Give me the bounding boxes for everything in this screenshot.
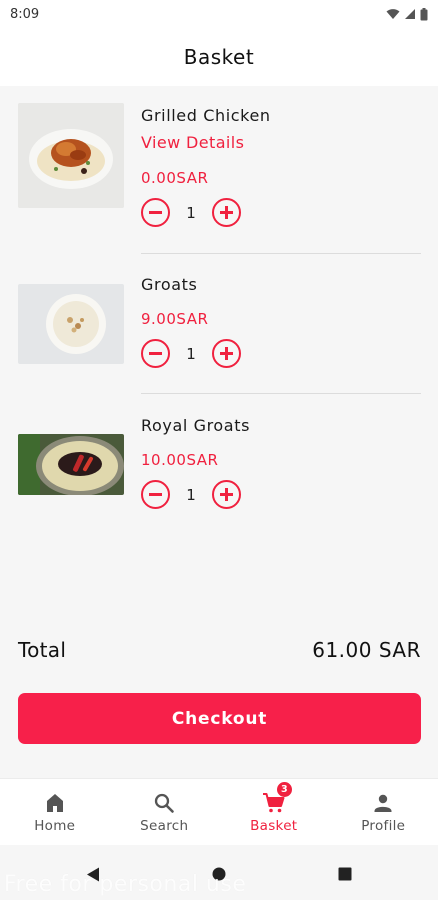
increase-quantity-button[interactable] — [212, 339, 241, 368]
back-icon[interactable] — [86, 867, 100, 882]
nav-item-basket[interactable]: 3 Basket — [219, 779, 329, 845]
minus-icon — [149, 493, 162, 496]
minus-icon — [149, 211, 162, 214]
decrease-quantity-button[interactable] — [141, 339, 170, 368]
nav-item-home[interactable]: Home — [0, 779, 110, 845]
quantity-stepper: 1 — [141, 339, 241, 368]
royal-groats-image[interactable] — [18, 434, 124, 495]
nav-label: Profile — [361, 817, 406, 834]
quantity-value: 1 — [186, 344, 196, 363]
item-price: 0.00SAR — [141, 169, 209, 187]
status-time: 8:09 — [10, 6, 40, 22]
recents-icon[interactable] — [338, 867, 352, 881]
status-icons — [386, 7, 428, 21]
cart-icon-wrap: 3 — [262, 781, 292, 815]
decrease-quantity-button[interactable] — [141, 198, 170, 227]
increase-quantity-button[interactable] — [212, 480, 241, 509]
bottom-nav: Home Search 3 Basket Profile — [0, 778, 438, 845]
groats-image[interactable] — [18, 284, 124, 364]
quantity-stepper: 1 — [141, 480, 241, 509]
nav-item-search[interactable]: Search — [110, 779, 220, 845]
status-bar: 8:09 — [0, 0, 438, 28]
signal-icon — [405, 9, 415, 19]
quantity-value: 1 — [186, 485, 196, 504]
nav-label: Home — [34, 817, 76, 834]
nav-label: Basket — [250, 817, 298, 834]
grilled-chicken-image[interactable] — [18, 103, 124, 208]
quantity-stepper: 1 — [141, 198, 241, 227]
item-price: 10.00SAR — [141, 451, 219, 469]
item-divider — [141, 393, 421, 394]
home-circle-icon[interactable] — [212, 867, 226, 881]
item-name: Groats — [141, 275, 198, 294]
item-name: Grilled Chicken — [141, 106, 271, 125]
home-icon — [46, 793, 63, 812]
increase-quantity-button[interactable] — [212, 198, 241, 227]
nav-item-profile[interactable]: Profile — [329, 779, 438, 845]
checkout-button[interactable]: Checkout — [18, 693, 421, 744]
total-label: Total — [18, 638, 67, 662]
system-nav-bar — [0, 845, 438, 900]
view-details-link[interactable]: View Details — [141, 133, 244, 152]
total-value: 61.00 SAR — [312, 638, 421, 662]
cart-count-badge: 3 — [276, 781, 292, 797]
page-title: Basket — [183, 45, 255, 69]
minus-icon — [149, 352, 162, 355]
search-icon — [155, 793, 175, 813]
person-icon — [374, 794, 392, 812]
nav-label: Search — [140, 817, 189, 834]
app-header: Basket — [0, 28, 438, 86]
item-divider — [141, 253, 421, 254]
quantity-value: 1 — [186, 203, 196, 222]
battery-icon — [420, 7, 428, 20]
item-name: Royal Groats — [141, 416, 251, 435]
item-price: 9.00SAR — [141, 310, 209, 328]
decrease-quantity-button[interactable] — [141, 480, 170, 509]
wifi-icon — [386, 9, 400, 19]
